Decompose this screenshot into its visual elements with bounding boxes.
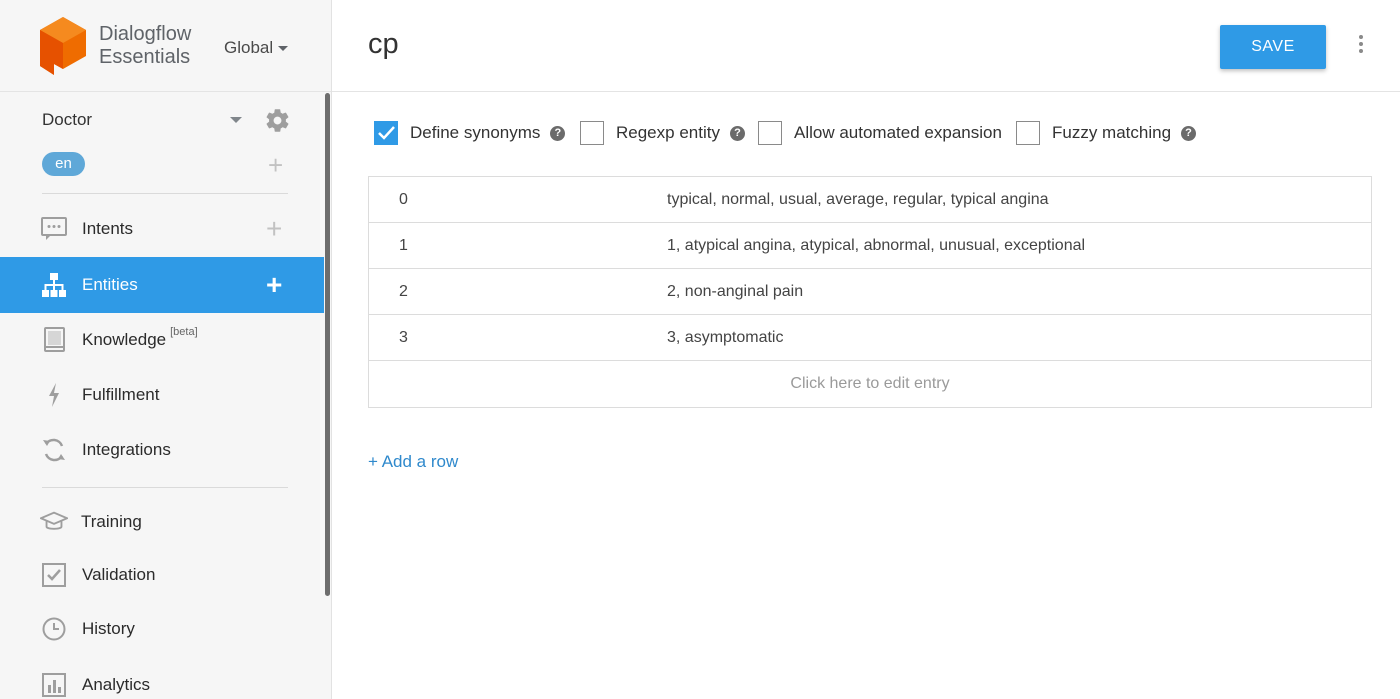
fuzzy-matching-label: Fuzzy matching	[1052, 123, 1172, 142]
sidebar-item-label: Training	[81, 512, 142, 531]
sidebar-item-label: Knowledge [beta]	[82, 326, 198, 350]
sidebar-item-entities[interactable]: Entities +	[0, 257, 324, 313]
define-synonyms-label: Define synonyms	[410, 123, 541, 142]
regexp-entity-checkbox[interactable]	[580, 121, 604, 145]
product-name-line1: Dialogflow	[99, 22, 192, 45]
graduation-cap-icon	[40, 508, 68, 536]
allow-expansion-checkbox[interactable]	[758, 121, 782, 145]
entry-reference-value[interactable]: 1	[399, 237, 408, 255]
agent-name: Doctor	[42, 110, 93, 129]
sidebar-divider	[42, 487, 288, 488]
add-row-link[interactable]: + Add a row	[368, 452, 458, 472]
knowledge-label: Knowledge	[82, 330, 167, 349]
sidebar-item-label: Entities	[82, 275, 138, 294]
language-badge[interactable]: en	[42, 152, 85, 176]
sidebar-scrollbar[interactable]	[325, 93, 330, 596]
sidebar-item-label: History	[82, 619, 135, 638]
entity-options: Define synonyms ? Regexp entity ? Allow …	[374, 120, 1274, 146]
sidebar-item-label: Validation	[82, 565, 156, 584]
sidebar-item-label: Fulfillment	[82, 385, 160, 404]
book-icon	[40, 326, 68, 354]
entry-synonyms[interactable]: 1, atypical angina, atypical, abnormal, …	[667, 237, 1085, 255]
sidebar-item-label: Intents	[82, 219, 134, 238]
agent-selector[interactable]: Doctor	[0, 104, 310, 136]
gear-icon[interactable]	[264, 107, 291, 134]
sidebar: Dialogflow Essentials Global Doctor en +…	[0, 0, 332, 699]
entry-reference-value[interactable]: 0	[399, 191, 408, 209]
checkmark-icon	[378, 126, 395, 140]
entry-synonyms[interactable]: typical, normal, usual, average, regular…	[667, 191, 1049, 209]
table-row[interactable]: 0 typical, normal, usual, average, regul…	[369, 177, 1371, 223]
table-row[interactable]: 2 2, non-anginal pain	[369, 269, 1371, 315]
agent-dropdown-icon[interactable]	[230, 117, 242, 123]
edit-entry-placeholder[interactable]: Click here to edit entry	[369, 375, 1371, 393]
table-row[interactable]: 3 3, asymptomatic	[369, 315, 1371, 361]
sidebar-item-intents[interactable]: Intents +	[0, 201, 324, 257]
sidebar-item-history[interactable]: History	[0, 601, 324, 657]
sidebar-item-analytics[interactable]: Analytics	[0, 657, 324, 699]
define-synonyms-option[interactable]: Define synonyms ?	[374, 120, 566, 146]
chat-bubble-icon	[40, 215, 68, 243]
entity-header: cp SAVE	[332, 0, 1400, 92]
sidebar-divider	[42, 193, 288, 194]
regexp-entity-option[interactable]: Regexp entity ?	[580, 120, 745, 146]
entry-reference-value[interactable]: 3	[399, 329, 408, 347]
product-name: Dialogflow Essentials	[99, 23, 191, 69]
sidebar-item-integrations[interactable]: Integrations	[0, 422, 324, 478]
sync-icon	[40, 436, 68, 464]
entries-table: 0 typical, normal, usual, average, regul…	[368, 176, 1372, 408]
table-row[interactable]: 1 1, atypical angina, atypical, abnormal…	[369, 223, 1371, 269]
allow-expansion-label: Allow automated expansion	[794, 123, 1002, 142]
sidebar-item-training[interactable]: Training	[0, 494, 324, 550]
regexp-entity-label: Regexp entity	[616, 123, 720, 142]
entity-name-input[interactable]: cp	[368, 28, 399, 61]
language-row: en +	[0, 152, 310, 178]
lightning-bolt-icon	[40, 381, 68, 409]
save-button[interactable]: SAVE	[1220, 25, 1326, 69]
fuzzy-matching-checkbox[interactable]	[1016, 121, 1040, 145]
chevron-down-icon	[278, 45, 289, 51]
fuzzy-matching-option[interactable]: Fuzzy matching ?	[1016, 120, 1197, 146]
new-entry-row[interactable]: Click here to edit entry	[369, 361, 1371, 407]
help-icon[interactable]: ?	[550, 125, 566, 141]
bar-chart-icon	[40, 671, 68, 699]
help-icon[interactable]: ?	[729, 125, 745, 141]
sidebar-item-label: Integrations	[82, 440, 171, 459]
product-name-line2: Essentials	[99, 45, 191, 68]
region-label: Global	[224, 38, 274, 57]
entry-reference-value[interactable]: 2	[399, 283, 408, 301]
sidebar-item-validation[interactable]: Validation	[0, 547, 324, 603]
allow-expansion-option[interactable]: Allow automated expansion	[758, 120, 1002, 146]
add-entity-icon[interactable]: +	[266, 271, 282, 299]
sidebar-item-fulfillment[interactable]: Fulfillment	[0, 367, 324, 423]
add-intent-icon[interactable]: +	[266, 215, 282, 243]
hierarchy-icon	[40, 271, 68, 299]
checkbox-document-icon	[40, 561, 68, 589]
brand-header: Dialogflow Essentials Global	[0, 0, 331, 92]
region-selector[interactable]: Global	[224, 38, 289, 58]
help-icon[interactable]: ?	[1181, 125, 1197, 141]
clock-icon	[40, 615, 68, 643]
define-synonyms-checkbox[interactable]	[374, 121, 398, 145]
more-vert-icon[interactable]	[1357, 35, 1365, 57]
entry-synonyms[interactable]: 2, non-anginal pain	[667, 283, 803, 301]
sidebar-item-knowledge[interactable]: Knowledge [beta]	[0, 312, 324, 368]
sidebar-item-label: Analytics	[82, 675, 151, 694]
entry-synonyms[interactable]: 3, asymptomatic	[667, 329, 783, 347]
dialogflow-logo-icon[interactable]	[40, 16, 86, 75]
beta-badge: [beta]	[170, 326, 198, 338]
add-language-icon[interactable]: +	[268, 152, 283, 178]
